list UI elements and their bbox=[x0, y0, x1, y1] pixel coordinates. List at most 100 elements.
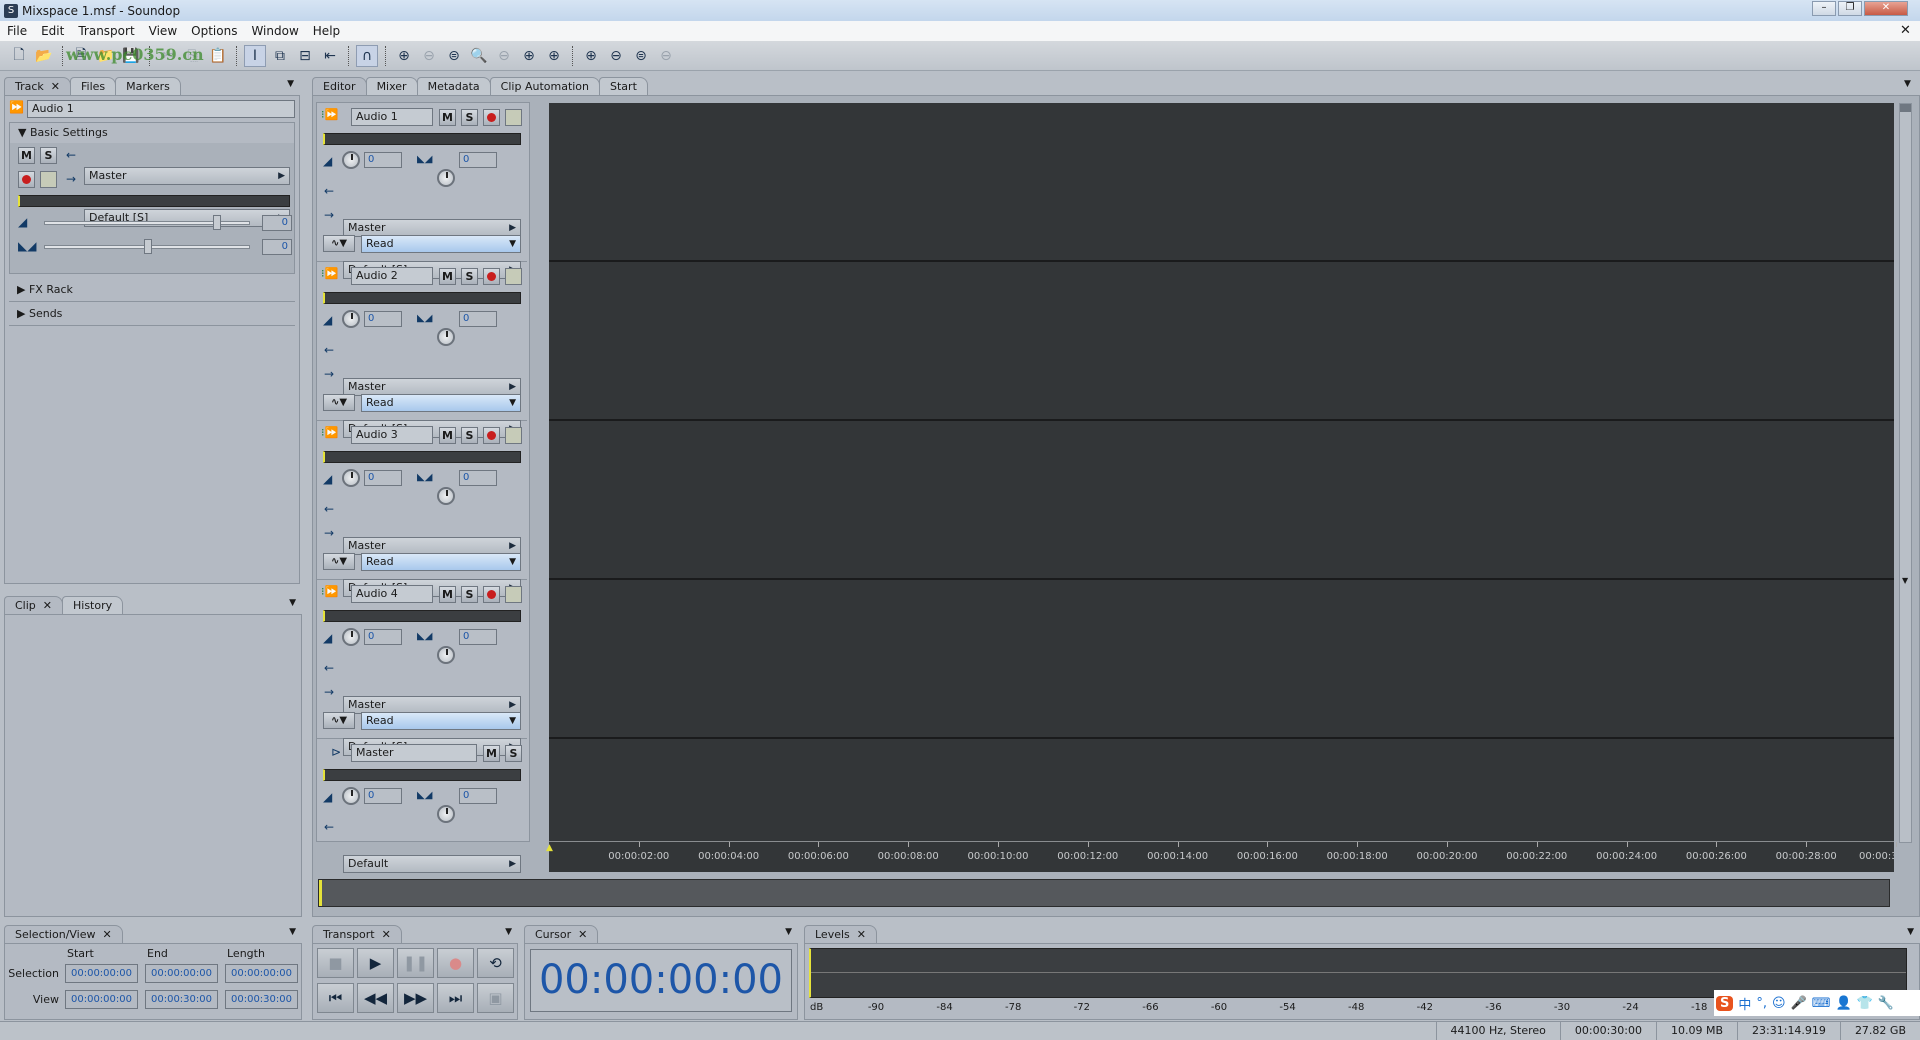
select-tool-icon[interactable]: I bbox=[244, 44, 266, 67]
sends-section[interactable]: ▶ Sends bbox=[9, 302, 295, 326]
fast-forward-button[interactable]: ▶▶ bbox=[397, 983, 434, 1013]
panel-menu-icon[interactable]: ▼ bbox=[785, 927, 792, 937]
output-route-select[interactable]: Default bbox=[343, 855, 521, 873]
tab-metadata[interactable]: Metadata bbox=[416, 77, 491, 95]
ime-item[interactable]: S bbox=[1716, 995, 1734, 1011]
track-drag-handle-icon[interactable]: ⁝⏩ bbox=[321, 108, 338, 121]
automation-lane-button[interactable]: ∿▼ bbox=[323, 394, 355, 411]
mute-button[interactable]: M bbox=[439, 586, 456, 603]
menu-edit[interactable]: Edit bbox=[34, 24, 71, 38]
snap-magnet-icon[interactable]: ∩ bbox=[356, 44, 378, 67]
minimize-button[interactable]: – bbox=[1812, 1, 1836, 16]
ime-item[interactable]: 🎤 bbox=[1791, 996, 1807, 1011]
tab-editor[interactable]: Editor bbox=[312, 77, 367, 95]
scrollbar-thumb[interactable] bbox=[1900, 104, 1911, 112]
close-tab-icon[interactable]: ✕ bbox=[578, 928, 587, 941]
open-icon[interactable]: 📂 bbox=[33, 45, 55, 67]
close-button[interactable]: ✕ bbox=[1864, 1, 1908, 16]
automation-lane-button[interactable]: ∿▼ bbox=[323, 553, 355, 570]
timeline-track-lane[interactable] bbox=[549, 262, 1894, 421]
menu-window[interactable]: Window bbox=[244, 24, 305, 38]
menu-view[interactable]: View bbox=[142, 24, 184, 38]
monitor-button[interactable] bbox=[505, 586, 522, 603]
time-field[interactable]: 00:00:00:00 bbox=[225, 964, 298, 983]
time-ruler[interactable]: ▲ 00:00:02:00 00:00:04:00 00:00:06:00 00:00… bbox=[546, 841, 1897, 872]
pan-value[interactable]: 0 bbox=[459, 470, 497, 486]
panel-menu-icon[interactable]: ▼ bbox=[287, 79, 294, 89]
pan-value[interactable]: 0 bbox=[459, 152, 497, 168]
volume-value[interactable]: 0 bbox=[364, 470, 402, 486]
zoom-out-horizontal-icon[interactable]: ⊖ bbox=[418, 45, 440, 67]
volume-knob[interactable] bbox=[342, 310, 360, 328]
loop-button[interactable]: ⟲ bbox=[477, 948, 514, 978]
pan-value[interactable]: 0 bbox=[459, 629, 497, 645]
track-drag-handle-icon[interactable]: ⁝⏩ bbox=[321, 585, 338, 598]
record-arm-button[interactable] bbox=[483, 427, 500, 444]
solo-button[interactable]: S bbox=[461, 427, 478, 444]
maximize-button[interactable]: ❐ bbox=[1838, 1, 1862, 16]
zoom-selection-right-icon[interactable]: ⊕ bbox=[543, 45, 565, 67]
time-field[interactable]: 00:00:00:00 bbox=[65, 964, 138, 983]
volume-knob[interactable] bbox=[342, 469, 360, 487]
solo-button[interactable]: S bbox=[40, 147, 57, 164]
ime-item[interactable]: 中 bbox=[1738, 994, 1751, 1013]
volume-value[interactable]: 0 bbox=[364, 629, 402, 645]
stop-button[interactable]: ■ bbox=[317, 948, 354, 978]
pan-value[interactable]: 0 bbox=[459, 788, 497, 804]
tab-mixer[interactable]: Mixer bbox=[365, 77, 418, 95]
mute-button[interactable]: M bbox=[439, 427, 456, 444]
record-arm-button[interactable] bbox=[483, 268, 500, 285]
tab-levels[interactable]: Levels ✕ bbox=[804, 925, 877, 943]
close-document-button[interactable]: ✕ bbox=[1900, 23, 1911, 38]
monitor-button[interactable] bbox=[505, 268, 522, 285]
zoom-in-horizontal-icon[interactable]: ⊕ bbox=[393, 45, 415, 67]
automation-lane-button[interactable]: ∿▼ bbox=[323, 235, 355, 252]
monitor-button[interactable] bbox=[505, 427, 522, 444]
ime-item[interactable]: 🔧 bbox=[1878, 996, 1894, 1011]
record-arm-button[interactable] bbox=[483, 586, 500, 603]
ime-item[interactable]: 👕 bbox=[1857, 996, 1873, 1011]
tab-history[interactable]: History bbox=[62, 596, 124, 614]
tab-markers[interactable]: Markers bbox=[115, 77, 181, 95]
automation-lane-button[interactable]: ∿▼ bbox=[323, 712, 355, 729]
go-to-end-button[interactable]: ⏭ bbox=[437, 983, 474, 1013]
mute-button[interactable]: M bbox=[439, 268, 456, 285]
mute-button[interactable]: M bbox=[18, 147, 35, 164]
pause-button[interactable]: ❚❚ bbox=[397, 948, 434, 978]
zoom-fit-vertical-icon[interactable]: ⊜ bbox=[630, 45, 652, 67]
menu-help[interactable]: Help bbox=[306, 24, 347, 38]
panel-menu-icon[interactable]: ▼ bbox=[505, 927, 512, 937]
split-icon[interactable]: ⊟ bbox=[294, 45, 316, 67]
volume-slider-thumb[interactable] bbox=[213, 215, 222, 230]
vertical-scrollbar[interactable]: ▼ bbox=[1899, 103, 1912, 843]
track-drag-handle-icon[interactable]: ⁝⏩ bbox=[321, 426, 338, 439]
scroll-down-icon[interactable]: ▼ bbox=[1902, 576, 1908, 585]
zoom-out-vertical-icon[interactable]: ⊖ bbox=[605, 45, 627, 67]
playhead-marker-icon[interactable]: ▲ bbox=[546, 843, 553, 853]
pan-value[interactable]: 0 bbox=[459, 311, 497, 327]
menu-file[interactable]: File bbox=[0, 24, 34, 38]
tab-files[interactable]: Files bbox=[70, 77, 117, 95]
track-name-field[interactable]: Audio 1 bbox=[351, 108, 433, 126]
pan-knob[interactable] bbox=[437, 646, 455, 664]
solo-button[interactable]: S bbox=[505, 745, 522, 762]
play-button[interactable]: ▶ bbox=[357, 948, 394, 978]
track-name-field[interactable]: Audio 1 bbox=[27, 100, 295, 118]
pan-knob[interactable] bbox=[437, 487, 455, 505]
zoom-reset-vertical-icon[interactable]: ⊖ bbox=[655, 45, 677, 67]
menu-options[interactable]: Options bbox=[184, 24, 244, 38]
close-tab-icon[interactable]: ✕ bbox=[382, 928, 391, 941]
pan-knob[interactable] bbox=[437, 169, 455, 187]
panel-menu-icon[interactable]: ▼ bbox=[1904, 79, 1911, 89]
pan-knob[interactable] bbox=[437, 328, 455, 346]
horizontal-scrollbar[interactable] bbox=[318, 879, 1890, 907]
time-field[interactable]: 00:00:30:00 bbox=[225, 990, 298, 1009]
close-tab-icon[interactable]: ✕ bbox=[51, 80, 60, 93]
monitor-button[interactable] bbox=[40, 171, 57, 188]
close-tab-icon[interactable]: ✕ bbox=[43, 599, 52, 612]
tab-clip[interactable]: Clip ✕ bbox=[4, 596, 63, 614]
track-drag-handle-icon[interactable]: ⁝⏩ bbox=[321, 267, 338, 280]
time-field[interactable]: 00:00:00:00 bbox=[145, 964, 218, 983]
range-select-icon[interactable]: ⧉ bbox=[269, 45, 291, 67]
timeline-track-lane[interactable] bbox=[549, 103, 1894, 262]
